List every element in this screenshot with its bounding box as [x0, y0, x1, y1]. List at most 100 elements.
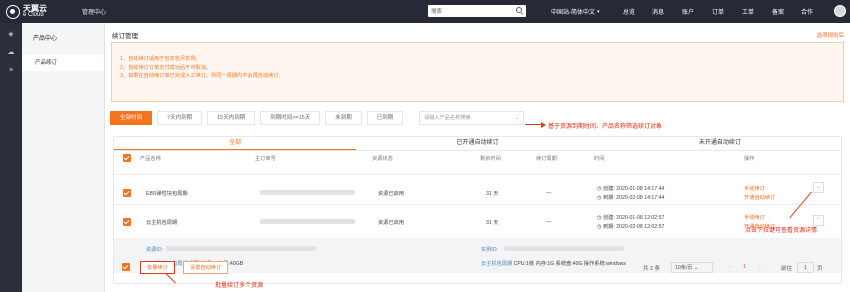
nav-messages[interactable]: 消息	[652, 0, 664, 23]
row-checkbox[interactable]	[123, 218, 131, 226]
created-time: ◷ 创建: 2020-01-08 12:02:57	[597, 214, 664, 221]
created-time: ◷ 创建: 2020-01-08 14:17:44	[597, 185, 664, 192]
resource-status: 资源已启用	[378, 191, 404, 197]
header-time: 时间	[594, 156, 605, 162]
select-placeholder: 请输入产品名称搜索	[424, 115, 471, 121]
prev-page-icon[interactable]: ‹	[729, 264, 731, 270]
select-all-checkbox[interactable]	[123, 154, 131, 162]
search-placeholder: 搜索	[431, 9, 443, 15]
renew-period: —	[546, 219, 552, 225]
remaining-time: 31 天	[486, 191, 499, 197]
set-auto-renew-button[interactable]: 设置自动续订	[183, 261, 229, 274]
row-checkbox[interactable]	[123, 189, 131, 197]
renew-period: —	[546, 190, 552, 196]
instance-id-redacted	[504, 246, 624, 251]
layers-icon[interactable]: ◈	[0, 25, 22, 43]
logo-text-cn: 天翼云	[23, 3, 47, 13]
annotation-batch: 批量续订多个资源	[215, 283, 264, 289]
header-order: 主订单号	[255, 156, 276, 162]
total-count: 共 2 条	[643, 266, 661, 272]
time-filter-tabs: 全部时间 7天内到期 15天内到期 到期时间>=15天 未到期 已到期	[110, 111, 408, 125]
arrow-head-icon	[541, 121, 546, 128]
manual-renew-link[interactable]: 手动续订	[744, 214, 765, 221]
management-center-link[interactable]: 管理中心	[82, 7, 106, 16]
batch-renew-button[interactable]: 批量续订	[140, 261, 175, 274]
chevron-down-icon: ⌄	[514, 115, 519, 121]
tab-all-time[interactable]: 全部时间	[110, 111, 153, 125]
nav-overview[interactable]: 总览	[623, 0, 635, 23]
header-period: 续订周期	[536, 156, 557, 162]
tips-panel: 1、自动续订适用于包年包月实例。 2、自动续订订单支付成功后不可取消。 3、如果…	[111, 42, 844, 102]
chevron-down-icon: ⌄	[694, 265, 699, 271]
logo[interactable]: 天翼云 e Cloud	[0, 3, 82, 19]
header-product: 产品名称	[140, 156, 161, 162]
table-row: EBS弹性块包周期 资源已启用 31 天 — ◷ 创建: 2020-01-08 …	[114, 174, 841, 204]
resource-id-label: 资源ID:	[146, 247, 164, 253]
subtab-all[interactable]: 全部	[114, 137, 357, 150]
table-row: 云主机包周期 资源已启用 31 天 — ◷ 创建: 2020-01-08 12:…	[114, 204, 841, 238]
header-remaining: 剩余时间	[480, 156, 501, 162]
manual-renew-link[interactable]: 手动续订	[744, 185, 765, 192]
tab-7-days[interactable]: 7天内到期	[157, 111, 203, 125]
logo-text-en: e Cloud	[23, 11, 44, 18]
page-size-select[interactable]: 10条/页 ⌄	[671, 262, 713, 273]
remaining-time: 31 天	[486, 220, 499, 226]
tab-15-days[interactable]: 15天内到期	[207, 111, 256, 125]
subtab-auto-renew-on[interactable]: 已开通自动续订	[356, 137, 598, 150]
header-actions: 操作	[744, 156, 755, 162]
search-input[interactable]: 搜索	[428, 5, 526, 17]
sidebar-item-renewal[interactable]: 产品续订	[22, 55, 104, 71]
renewal-subtabs: 全部 已开通自动续订 未开通自动续订	[114, 137, 841, 151]
created-time-text: 创建: 2020-01-08 14:17:44	[602, 186, 665, 192]
region-selector[interactable]: 中国站-简体中文 ▾	[551, 0, 600, 23]
product-name: 云主机包周期	[146, 220, 178, 226]
expire-time: ◷ 到期: 2020-02-08 14:17:44	[597, 194, 664, 201]
nav-account[interactable]: 账户	[682, 0, 694, 23]
page-size-value: 10条/页	[675, 265, 693, 271]
cloud-logo-icon	[6, 4, 20, 19]
subtab-auto-renew-off[interactable]: 未开通自动续订	[599, 137, 841, 150]
sidebar: 产品中心 产品续订	[22, 23, 105, 292]
header-status: 资源状态	[372, 156, 393, 162]
tip-line: 2、自动续订订单支付成功后不可取消。	[120, 64, 212, 71]
icon-nav: ◈ ☁ ≡	[0, 23, 22, 292]
annotation-detail: 点击下拉键可查看资源详情	[745, 228, 818, 234]
goto-page-input[interactable]: 1	[797, 262, 814, 273]
page-unit-label: 页	[817, 266, 823, 272]
goto-label: 前往	[781, 266, 793, 272]
nav-orders[interactable]: 订单	[712, 0, 724, 23]
next-page-icon[interactable]: ›	[759, 264, 761, 270]
region-label: 中国站-简体中文	[551, 10, 595, 16]
product-name: EBS弹性块包周期	[146, 191, 188, 197]
tab-not-expired[interactable]: 未到期	[325, 111, 362, 125]
instance-id-label: 实例ID:	[481, 247, 499, 253]
product-name-select[interactable]: 请输入产品名称搜索 ⌄	[419, 111, 524, 125]
resource-status: 资源已启用	[378, 220, 404, 226]
tip-line: 1、自动续订适用于包年包月实例。	[120, 56, 201, 62]
select-all-footer-checkbox[interactable]	[122, 263, 130, 271]
sidebar-header: 产品中心	[33, 36, 58, 42]
expire-time: ◷ 到期: 2020-02-08 12:02:57	[597, 223, 664, 230]
enable-auto-renew-link[interactable]: 开通自动续订	[744, 194, 775, 201]
tab-expired[interactable]: 已到期	[366, 111, 404, 125]
guide-link[interactable]: 选项规则后	[816, 31, 844, 39]
table-header: 产品名称 主订单号 资源状态 剩余时间 续订周期 时间 操作	[114, 151, 841, 165]
nav-partners[interactable]: 合作	[801, 0, 813, 23]
order-number-redacted	[260, 219, 355, 224]
current-page[interactable]: 1	[743, 264, 746, 270]
tip-line: 3、如果在自动续订单已完成人工续订，则同一周期内不会再自动续订。	[120, 73, 284, 79]
annotation-filter: 基于资源到期时间、产品名称筛选续订对象	[548, 124, 663, 130]
page-title: 续订管理	[112, 33, 138, 40]
avatar[interactable]	[834, 5, 846, 17]
nav-tickets[interactable]: 工单	[742, 0, 754, 23]
chevron-down-icon[interactable]: ⌄	[813, 182, 824, 193]
chevron-down-icon: ▾	[597, 8, 600, 15]
resource-id-redacted	[166, 246, 316, 251]
cloud-icon[interactable]: ☁	[0, 43, 22, 61]
search-icon[interactable]	[516, 7, 522, 13]
tab-over-15-days[interactable]: 到期时间>=15天	[260, 111, 321, 125]
nav-filing[interactable]: 备案	[772, 0, 784, 23]
menu-icon[interactable]: ≡	[0, 61, 22, 79]
main-content: 续订管理 选项规则后 1、自动续订适用于包年包月实例。 2、自动续订订单支付成功…	[105, 23, 850, 292]
expire-time-text: 到期: 2020-02-08 12:02:57	[602, 224, 665, 230]
